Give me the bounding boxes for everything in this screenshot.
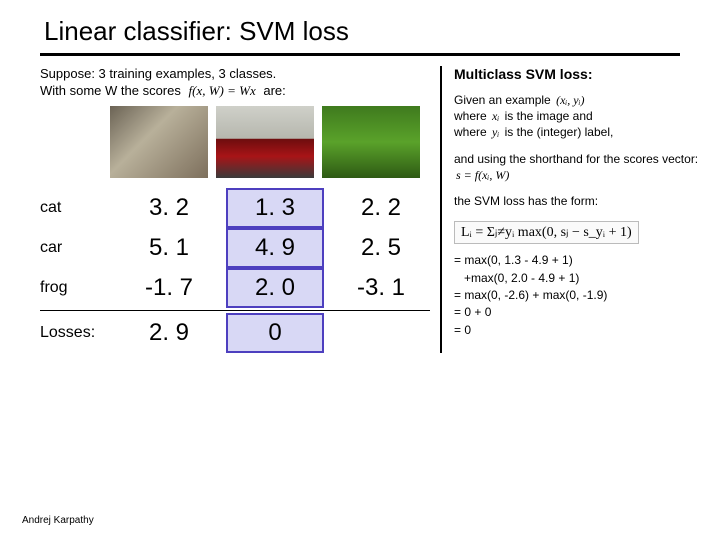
intro-text: Suppose: 3 training examples, 3 classes.… bbox=[40, 66, 430, 100]
footer-credit: Andrej Karpathy bbox=[22, 515, 94, 526]
score-c3-r1: 2. 2 bbox=[332, 190, 430, 226]
title-rule bbox=[40, 53, 680, 56]
intro-line-2: With some W the scores f(x, W) = Wx are: bbox=[40, 83, 430, 100]
row-label-car: car bbox=[40, 231, 112, 265]
pair-xi-yi: (xᵢ, yᵢ) bbox=[554, 93, 586, 107]
intro-formula: f(x, W) = Wx bbox=[185, 83, 260, 98]
intro-line-1: Suppose: 3 training examples, 3 classes. bbox=[40, 66, 430, 83]
p1e: is the (integer) label, bbox=[505, 125, 614, 139]
right-heading: Multiclass SVM loss: bbox=[454, 66, 700, 82]
intro-line-2a: With some W the scores bbox=[40, 83, 181, 98]
p1c: is the image and bbox=[505, 109, 593, 123]
loss-c1: 2. 9 bbox=[120, 315, 218, 351]
cat-image bbox=[110, 106, 208, 178]
p1b: where bbox=[454, 109, 487, 123]
calculation-block: = max(0, 1.3 - 4.9 + 1) +max(0, 2.0 - 4.… bbox=[454, 252, 700, 339]
p2a: and using the shorthand for the scores v… bbox=[454, 152, 698, 166]
score-c2-r1: 1. 3 bbox=[226, 188, 324, 228]
row-label-frog: frog bbox=[40, 271, 112, 305]
sym-yi: yᵢ bbox=[490, 125, 501, 139]
calc-line-2: +max(0, 2.0 - 4.9 + 1) bbox=[454, 270, 700, 287]
score-c1-r3: -1. 7 bbox=[120, 270, 218, 306]
score-table: cat 3. 2 1. 3 2. 2 car 5. 1 4. 9 2. 5 fr… bbox=[40, 188, 430, 353]
score-c2-r2: 4. 9 bbox=[226, 228, 324, 268]
p1a: Given an example bbox=[454, 93, 551, 107]
loss-c3 bbox=[332, 329, 430, 337]
score-c3-r3: -3. 1 bbox=[332, 270, 430, 306]
losses-divider bbox=[40, 310, 430, 311]
row-label-cat: cat bbox=[40, 191, 112, 225]
calc-line-1: = max(0, 1.3 - 4.9 + 1) bbox=[454, 252, 700, 269]
calc-line-5: = 0 bbox=[454, 322, 700, 339]
car-image bbox=[216, 106, 314, 178]
score-c1-r2: 5. 1 bbox=[120, 230, 218, 266]
given-example-text: Given an example (xᵢ, yᵢ) where xᵢ is th… bbox=[454, 92, 700, 141]
right-column: Multiclass SVM loss: Given an example (x… bbox=[442, 66, 700, 353]
slide-title: Linear classifier: SVM loss bbox=[0, 0, 720, 53]
left-column: Suppose: 3 training examples, 3 classes.… bbox=[40, 66, 442, 353]
svm-loss-formula: Lᵢ = Σⱼ≠yᵢ max(0, sⱼ − s_yᵢ + 1) bbox=[454, 221, 639, 244]
sym-xi: xᵢ bbox=[490, 109, 501, 123]
score-c2-r3: 2. 0 bbox=[226, 268, 324, 308]
score-c1-r1: 3. 2 bbox=[120, 190, 218, 226]
calc-line-3: = max(0, -2.6) + max(0, -1.9) bbox=[454, 287, 700, 304]
content-area: Suppose: 3 training examples, 3 classes.… bbox=[0, 66, 720, 353]
shorthand-text: and using the shorthand for the scores v… bbox=[454, 151, 700, 183]
intro-line-2b: are: bbox=[263, 83, 285, 98]
score-c3-r2: 2. 5 bbox=[332, 230, 430, 266]
frog-image bbox=[322, 106, 420, 178]
p1d: where bbox=[454, 125, 487, 139]
svm-form-text: the SVM loss has the form: bbox=[454, 193, 700, 209]
image-row bbox=[110, 106, 430, 178]
row-label-losses: Losses: bbox=[40, 316, 112, 350]
calc-line-4: = 0 + 0 bbox=[454, 304, 700, 321]
loss-c2: 0 bbox=[226, 313, 324, 353]
scores-shorthand: s = f(xᵢ, W) bbox=[454, 168, 511, 182]
